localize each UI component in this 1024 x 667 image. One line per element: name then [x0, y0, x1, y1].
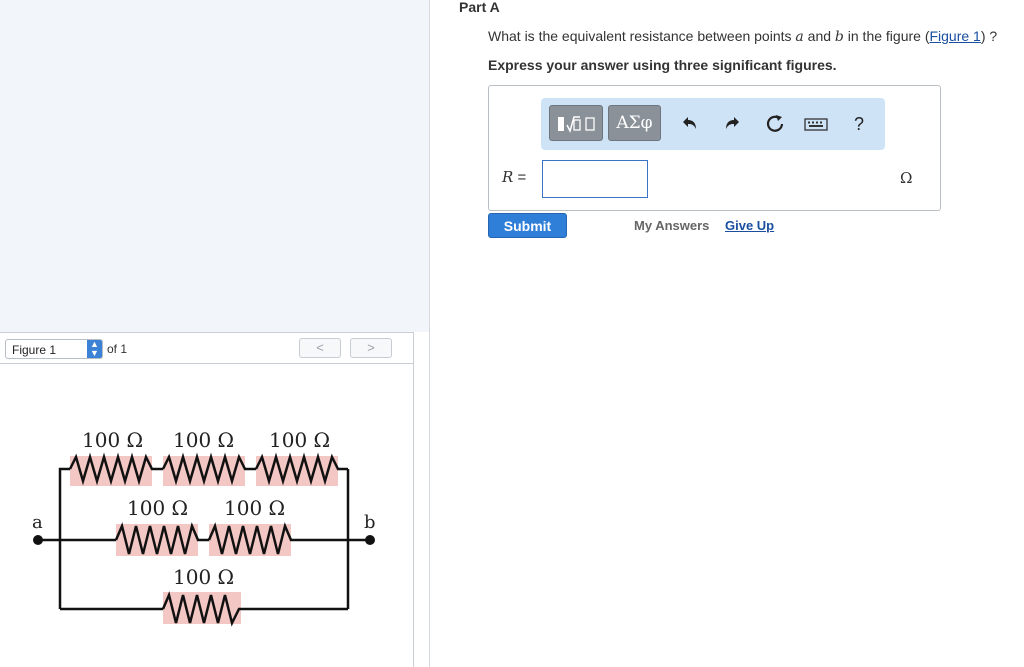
point-b-label: b: [364, 512, 376, 533]
figure-panel-background: [0, 0, 430, 332]
figure-toolbar: Figure 1 ▲ ▼ of 1 < >: [0, 332, 414, 364]
instruction-text: Express your answer using three signific…: [488, 57, 837, 73]
answer-equals: =: [513, 169, 527, 186]
point-a-variable: a: [795, 29, 804, 45]
fraction-sqrt-template-icon[interactable]: [549, 105, 603, 141]
greek-symbols-button[interactable]: ΑΣφ: [608, 105, 661, 141]
reset-icon[interactable]: [763, 112, 787, 136]
panel-divider: [429, 0, 430, 667]
figure-select[interactable]: Figure 1 ▲ ▼: [5, 339, 103, 359]
my-answers-link[interactable]: My Answers: [634, 218, 709, 233]
resistor-label: 100 Ω: [127, 496, 188, 520]
resistor-label: 100 Ω: [224, 496, 285, 520]
terminal-a-dot: [33, 535, 43, 545]
answer-input[interactable]: [542, 160, 648, 198]
figure-select-label: Figure 1: [12, 343, 57, 357]
math-toolbar: ΑΣφ ?: [541, 98, 885, 150]
question-text: What is the equivalent resistance betwee…: [488, 28, 997, 45]
point-b-variable: b: [834, 29, 844, 45]
submit-button[interactable]: Submit: [488, 213, 567, 238]
circuit-diagram: 100 Ω 100 Ω 100 Ω 100 Ω 100 Ω 100 Ω a b: [32, 428, 376, 627]
part-title: Part A: [459, 0, 500, 15]
keyboard-icon[interactable]: [804, 112, 828, 136]
help-button[interactable]: ?: [847, 112, 871, 136]
previous-figure-button[interactable]: <: [299, 338, 341, 358]
question-mid: and: [803, 28, 835, 44]
point-a-label: a: [32, 512, 43, 533]
give-up-link[interactable]: Give Up: [725, 218, 774, 233]
question-suffix: in the figure (: [843, 28, 930, 44]
select-spinner-icon[interactable]: ▲ ▼: [87, 340, 102, 358]
figure-area: 100 Ω 100 Ω 100 Ω 100 Ω 100 Ω 100 Ω a b: [0, 364, 414, 667]
resistor-label: 100 Ω: [173, 428, 234, 452]
next-figure-button[interactable]: >: [350, 338, 392, 358]
redo-icon[interactable]: [721, 112, 745, 136]
answer-label: R =: [502, 168, 526, 186]
figure-count-label: of 1: [107, 342, 128, 356]
undo-icon[interactable]: [677, 112, 701, 136]
question-end: ) ?: [980, 28, 998, 44]
unit-label: Ω: [900, 169, 913, 187]
resistor-label: 100 Ω: [82, 428, 143, 452]
answer-box: ΑΣφ ? R = Ω: [488, 85, 941, 211]
resistor-label: 100 Ω: [173, 565, 234, 589]
answer-variable: R: [502, 168, 514, 186]
question-prefix: What is the equivalent resistance betwee…: [488, 28, 796, 44]
resistor-label: 100 Ω: [269, 428, 330, 452]
terminal-b-dot: [365, 535, 375, 545]
figure-link[interactable]: Figure 1: [929, 28, 980, 44]
